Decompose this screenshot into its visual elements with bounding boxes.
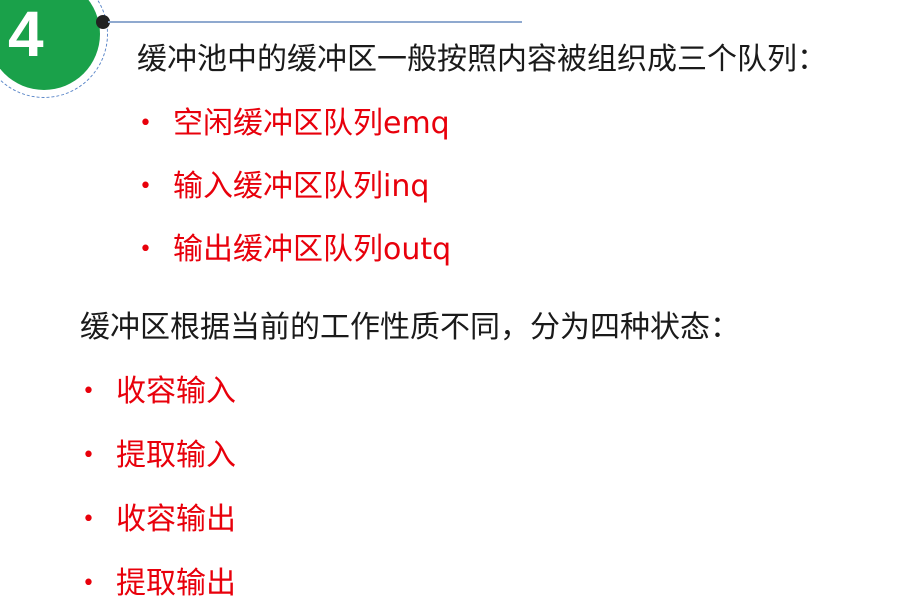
title-underline (108, 21, 522, 23)
bullet-dot: • (139, 174, 152, 199)
bullet-dot: • (82, 379, 95, 404)
queue-intro: 缓冲池中的缓冲区一般按照内容被组织成三个队列： (137, 42, 827, 77)
bullet-dot: • (82, 571, 95, 596)
states-intro: 缓冲区根据当前的工作性质不同，分为四种状态： (80, 310, 740, 345)
state-item-receive-input: 收容输入 (116, 374, 236, 409)
state-item-extract-input: 提取输入 (116, 438, 236, 473)
bullet-dot: • (139, 111, 152, 136)
state-item-extract-output: 提取输出 (116, 566, 236, 601)
queue-item-outq: 输出缓冲区队列outq (173, 232, 452, 267)
bullet-dot: • (139, 237, 152, 262)
queue-item-inq: 输入缓冲区队列inq (173, 169, 430, 204)
section-number: 4 (8, 0, 44, 70)
queue-item-emq: 空闲缓冲区队列emq (173, 106, 450, 141)
bullet-dot: • (82, 443, 95, 468)
bullet-dot: • (82, 507, 95, 532)
state-item-receive-output: 收容输出 (116, 502, 236, 537)
